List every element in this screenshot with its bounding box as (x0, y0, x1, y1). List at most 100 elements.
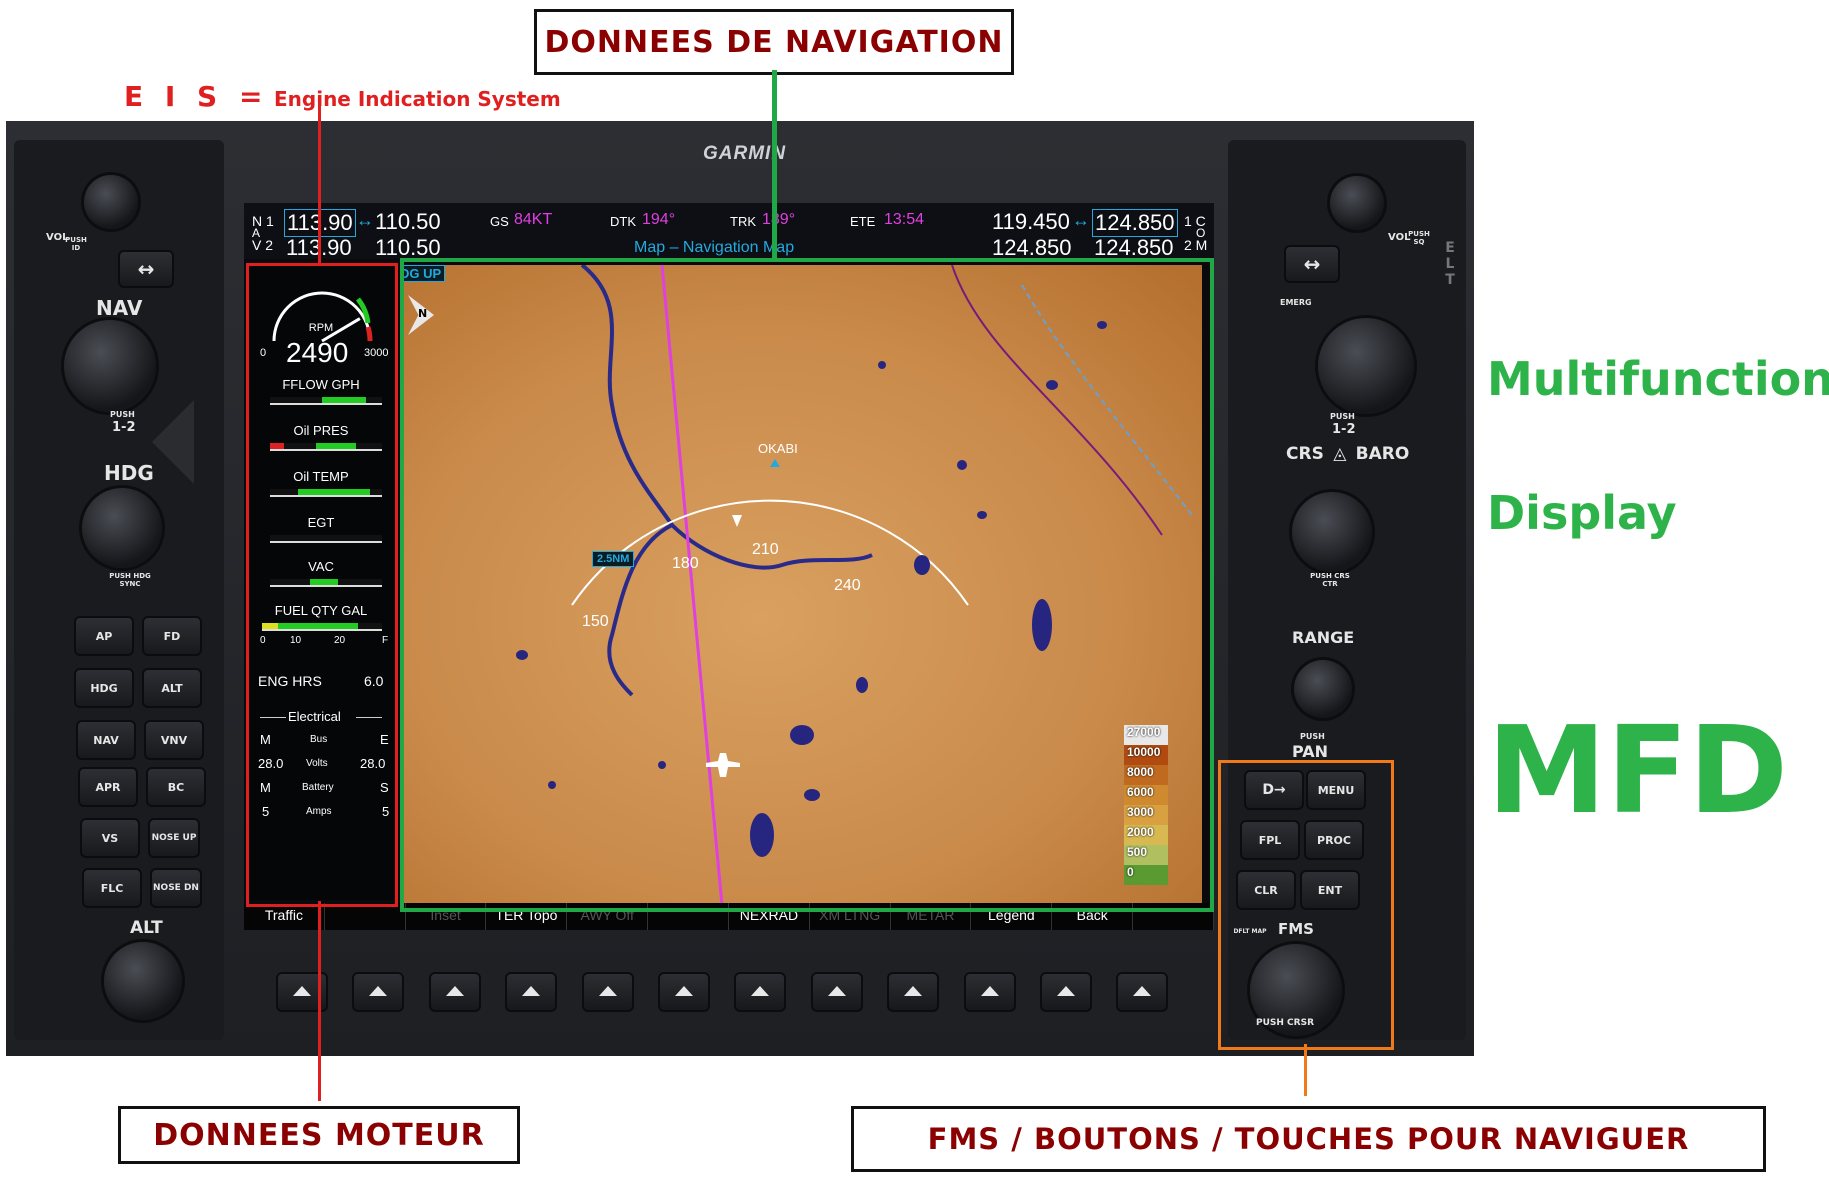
com1-standby-freq[interactable]: 124.850 (1092, 209, 1178, 237)
softkey-hw-button-11[interactable] (1116, 972, 1169, 1012)
vol-push-left: PUSH ID (65, 236, 87, 252)
fms-buttons-caption: FMS / BOUTONS / TOUCHES POUR NAVIGUER (851, 1106, 1766, 1172)
softkey-hw-button-1[interactable] (352, 972, 405, 1012)
apr-button[interactable]: APR (78, 767, 138, 807)
softkey-hw-button-7[interactable] (810, 972, 863, 1012)
up-arrow-icon (445, 986, 464, 996)
up-arrow-icon (1133, 986, 1152, 996)
emerg-label: EMERG (1280, 298, 1312, 307)
dtk-value: 194° (642, 211, 676, 228)
nav-12-label: 1-2 (112, 420, 136, 435)
nav-highlight-box (400, 258, 1214, 912)
hdg-knob-label: HDG (104, 461, 154, 485)
nav1-swap-arrow-icon: ↔ (356, 210, 374, 230)
hdg-button[interactable]: HDG (74, 668, 134, 708)
softkey-0[interactable]: Traffic (244, 903, 325, 930)
up-arrow-icon (827, 986, 846, 996)
eis-full: Engine Indication System (274, 87, 561, 111)
softkey-hw-button-10[interactable] (1040, 972, 1092, 1012)
nav-data-caption: DONNEES DE NAVIGATION (534, 9, 1014, 75)
softkey-1[interactable] (325, 903, 406, 930)
fms-highlight-box (1218, 760, 1394, 1050)
softkey-hw-button-6[interactable] (734, 972, 787, 1012)
nav-button[interactable]: NAV (76, 720, 136, 760)
bc-button[interactable]: BC (146, 767, 206, 807)
com-swap-button[interactable]: ↔ (1284, 245, 1340, 283)
com-push-label: PUSH (1330, 412, 1355, 421)
ap-button[interactable]: AP (74, 616, 134, 656)
gs-label: GS (490, 214, 509, 229)
flc-button[interactable]: FLC (82, 868, 142, 908)
nav-knob-chevron-icon (152, 400, 194, 484)
alt-knob[interactable] (104, 942, 182, 1020)
up-arrow-icon (598, 986, 617, 996)
up-arrow-icon (751, 986, 770, 996)
pan-label: PAN (1292, 742, 1329, 761)
page-title: Map – Navigation Map (634, 239, 795, 256)
alt-knob-label: ALT (130, 918, 163, 938)
crs-baro-icon: ◬ (1333, 444, 1347, 464)
vol-knob-left[interactable] (84, 175, 138, 229)
fd-button[interactable]: FD (142, 616, 202, 656)
crs-baro-knob[interactable] (1292, 492, 1372, 572)
hdg-push-label: PUSH HDG SYNC (109, 572, 151, 588)
mfd-label-display: Display (1487, 486, 1677, 540)
crs-baro-row: CRS ◬ BARO (1286, 444, 1409, 464)
range-pan-knob[interactable] (1294, 660, 1352, 718)
up-arrow-icon (904, 986, 923, 996)
nav2-tag: V 2 (252, 237, 274, 253)
vol-push-right: PUSH SQ (1408, 230, 1430, 246)
eis-caption: E I S = Engine Indication System (124, 80, 561, 113)
vs-button[interactable]: VS (80, 818, 140, 858)
nav-push-label: PUSH (110, 410, 135, 419)
engine-data-caption: DONNEES MOTEUR (118, 1106, 520, 1164)
top-status-bar: N 1 A V 2 113.90 ↔ 110.50 113.90 110.50 … (244, 203, 1214, 260)
softkey-hw-button-2[interactable] (428, 972, 481, 1012)
alt-button[interactable]: ALT (142, 668, 202, 708)
vnv-button[interactable]: VNV (144, 720, 204, 760)
com-knob[interactable] (1318, 318, 1414, 414)
eis-leader-bottom (318, 901, 321, 1101)
softkey-hw-button-5[interactable] (658, 972, 710, 1012)
nav-knob-label: NAV (96, 296, 143, 320)
softkey-hw-button-4[interactable] (581, 972, 634, 1012)
gs-value: 84KT (514, 211, 553, 228)
up-arrow-icon (980, 986, 999, 996)
hdg-knob[interactable] (82, 488, 162, 568)
com1-active-freq: 119.450 (992, 209, 1070, 234)
com1-swap-arrow-icon: ↔ (1072, 210, 1090, 230)
crs-push-label: PUSH CRS CTR (1310, 572, 1350, 588)
com2-tag: 2 M (1184, 237, 1208, 253)
up-arrow-icon (369, 986, 388, 996)
up-arrow-icon (293, 986, 311, 996)
up-arrow-icon (1057, 986, 1075, 996)
nav1-standby-freq: 110.50 (375, 209, 441, 234)
crs-label: CRS (1286, 444, 1324, 464)
nav-knob[interactable] (64, 320, 156, 412)
com-12-label: 1-2 (1332, 422, 1356, 437)
elt-label: ELT (1445, 240, 1455, 288)
mfd-label-abbr: MFD (1487, 702, 1788, 841)
nose-dn-button[interactable]: NOSE DN (150, 868, 202, 908)
eis-leader-top (318, 104, 321, 263)
softkey-hw-button-9[interactable] (963, 972, 1016, 1012)
baro-label: BARO (1355, 444, 1410, 464)
up-arrow-icon (675, 986, 693, 996)
ete-label: ETE (850, 214, 876, 229)
ete-value: 13:54 (884, 211, 925, 228)
softkey-hw-button-3[interactable] (505, 972, 558, 1012)
nav-leader (772, 70, 777, 260)
fms-leader (1304, 1044, 1307, 1096)
eis-abbr: E I S = (124, 80, 269, 113)
vol-knob-right[interactable] (1330, 176, 1384, 230)
pan-push-label: PUSH (1300, 732, 1325, 741)
trk-label: TRK (730, 214, 756, 229)
nav-swap-button[interactable]: ↔ (118, 250, 174, 288)
up-arrow-icon (522, 986, 541, 996)
nose-up-button[interactable]: NOSE UP (148, 818, 200, 858)
eis-highlight-box (246, 263, 398, 907)
mfd-label-multifunction: Multifunction (1487, 352, 1829, 406)
dtk-label: DTK (610, 214, 636, 229)
softkey-hw-button-8[interactable] (887, 972, 940, 1012)
range-label: RANGE (1292, 628, 1355, 647)
